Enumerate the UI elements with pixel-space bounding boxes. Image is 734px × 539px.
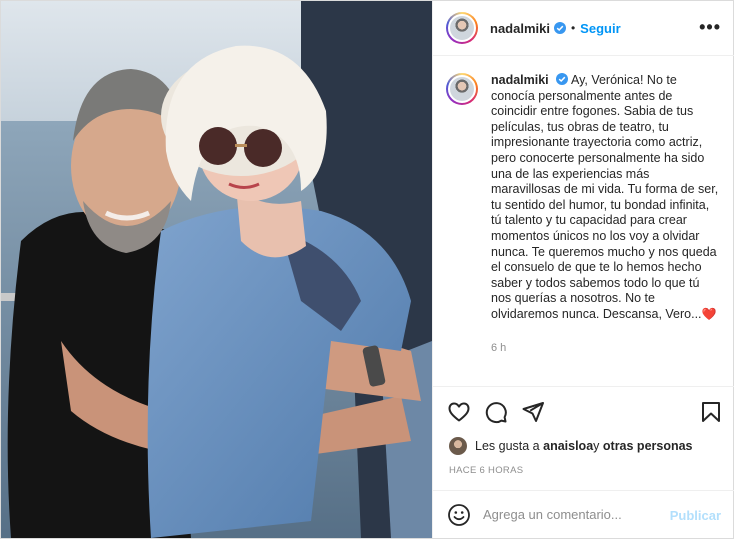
caption-timestamp[interactable]: 6 h [491,341,721,357]
action-bar [433,386,734,434]
caption-username[interactable]: nadalmiki [491,73,549,87]
paper-plane-icon[interactable] [521,400,545,424]
post-photo-illustration [1,1,432,538]
follow-button[interactable]: Seguir [580,21,620,36]
heart-emoji: ❤️ [701,306,717,321]
caption-block: nadalmiki Ay, Verónica! No te conocía pe… [491,73,721,385]
more-options-icon[interactable]: ••• [699,18,721,36]
caption-section: nadalmiki Ay, Verónica! No te conocía pe… [433,57,734,385]
author-username[interactable]: nadalmiki [490,21,550,36]
liker-username[interactable]: anaisloa [543,439,593,453]
comment-input[interactable] [483,507,673,522]
comment-bar: Publicar [433,490,734,538]
likes-prefix: Les gusta a [475,439,540,453]
liker-avatar[interactable] [449,437,467,455]
post-timestamp[interactable]: HACE 6 HORAS [449,465,523,476]
post-header: nadalmiki • Seguir ••• [433,1,734,56]
bookmark-icon[interactable] [699,400,723,424]
author-avatar[interactable] [446,12,478,44]
smiley-face-icon[interactable] [447,503,471,527]
post-side-panel: nadalmiki • Seguir ••• nadalmiki Ay, Ver… [432,1,734,538]
likes-suffix: y [593,439,600,453]
comment-bubble-icon[interactable] [484,400,508,424]
caption-verified-badge-icon [556,73,569,85]
likes-summary: Les gusta a anaisloa y otras personas [449,437,693,455]
post-photo[interactable] [1,1,432,538]
likes-others-link[interactable]: otras personas [603,439,693,453]
caption-author-avatar[interactable] [446,73,478,105]
publish-button[interactable]: Publicar [670,508,721,523]
separator-dot: • [570,21,576,35]
heart-outline-icon[interactable] [447,400,471,424]
caption-text: Ay, Verónica! No te conocía personalment… [491,73,719,321]
instagram-post-window: nadalmiki • Seguir ••• nadalmiki Ay, Ver… [0,0,734,539]
verified-badge-icon [553,22,566,34]
